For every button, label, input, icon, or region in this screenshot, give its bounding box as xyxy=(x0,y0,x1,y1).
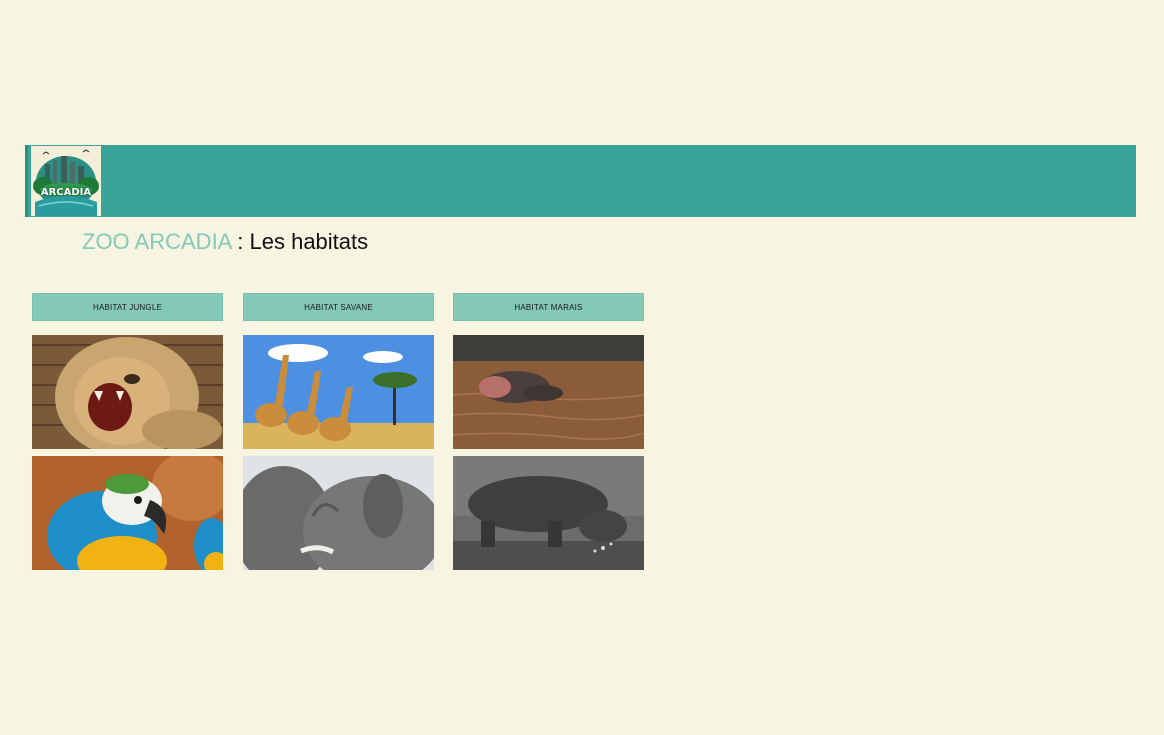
page-title: ZOO ARCADIA : Les habitats xyxy=(82,228,368,256)
giraffes-photo[interactable] xyxy=(243,335,434,449)
zoo-arcadia-logo[interactable]: ARCADIA xyxy=(31,146,101,216)
habitat-column-marais: HABITAT MARAIS xyxy=(453,293,644,570)
habitat-column-savane: HABITAT SAVANE xyxy=(243,293,434,570)
lion-photo[interactable] xyxy=(32,335,223,449)
logo-text: ARCADIA xyxy=(40,187,92,198)
macaw-parrot-photo[interactable] xyxy=(32,456,223,570)
hippo-in-water-photo[interactable] xyxy=(453,335,644,449)
habitat-jungle-button[interactable]: HABITAT JUNGLE xyxy=(32,293,223,321)
habitat-marais-button[interactable]: HABITAT MARAIS xyxy=(453,293,644,321)
header-bar: ARCADIA xyxy=(25,145,1136,217)
title-text: Les habitats xyxy=(249,229,369,254)
elephants-photo[interactable] xyxy=(243,456,434,570)
hippo-walking-photo[interactable] xyxy=(453,456,644,570)
brand-name: ZOO ARCADIA xyxy=(82,229,232,254)
habitat-column-jungle: HABITAT JUNGLE xyxy=(32,293,223,570)
title-separator: : xyxy=(231,229,250,254)
habitat-savane-button[interactable]: HABITAT SAVANE xyxy=(243,293,434,321)
